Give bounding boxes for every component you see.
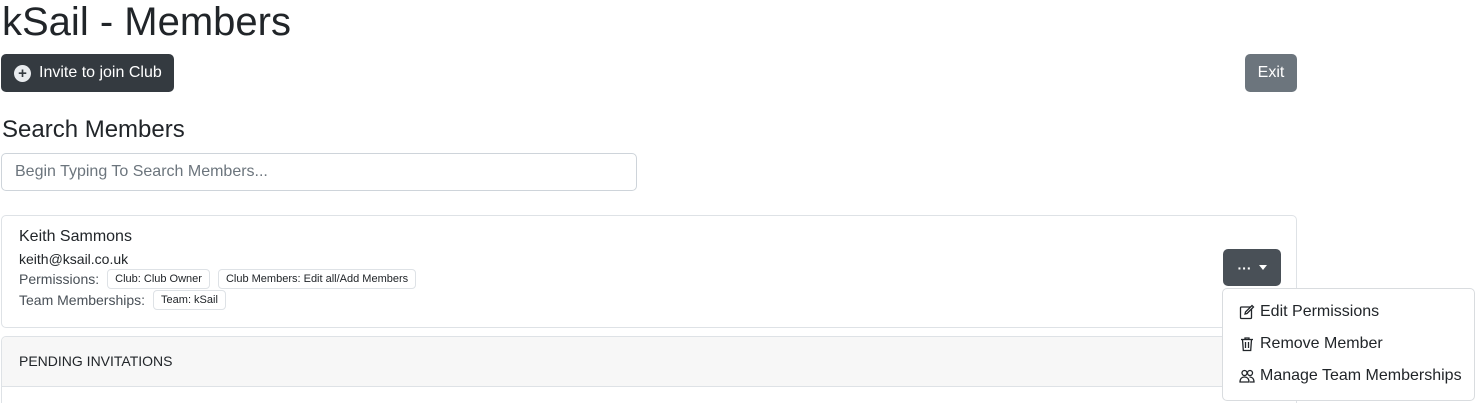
- menu-item-label: Edit Permissions: [1260, 303, 1380, 320]
- permissions-label: Permissions:: [19, 271, 100, 287]
- member-email: keith@ksail.co.uk: [19, 251, 129, 267]
- pencil-square-icon: [1239, 304, 1255, 320]
- menu-item-manage-team-memberships[interactable]: Manage Team Memberships: [1223, 360, 1474, 392]
- member-actions-menu: Edit Permissions Remove Member Manage Te…: [1222, 288, 1475, 401]
- menu-item-label: Manage Team Memberships: [1260, 367, 1462, 384]
- exit-button[interactable]: Exit: [1245, 54, 1297, 92]
- people-icon: [1239, 368, 1255, 384]
- search-members-input[interactable]: [1, 153, 637, 191]
- team-memberships-row: Team Memberships: Team: kSail: [19, 290, 234, 310]
- member-actions-dropdown-button[interactable]: ···: [1223, 249, 1281, 286]
- menu-item-label: Remove Member: [1260, 335, 1383, 352]
- member-name: Keith Sammons: [19, 228, 132, 245]
- invite-to-club-button[interactable]: + Invite to join Club: [1, 54, 174, 92]
- caret-down-icon: [1258, 265, 1267, 270]
- permission-badge: Club: Club Owner: [107, 269, 210, 289]
- invite-button-label: Invite to join Club: [39, 64, 162, 81]
- pending-invitations-header: PENDING INVITATIONS: [2, 337, 1296, 387]
- members-page: kSail - Members + Invite to join Club Ex…: [0, 0, 1478, 403]
- menu-item-edit-permissions[interactable]: Edit Permissions: [1223, 296, 1474, 328]
- member-card: Keith Sammons keith@ksail.co.uk Permissi…: [1, 215, 1297, 328]
- permission-badge: Club Members: Edit all/Add Members: [217, 269, 417, 289]
- plus-circle-icon: +: [14, 64, 31, 82]
- pending-invitations-card: PENDING INVITATIONS: [1, 336, 1297, 403]
- ellipsis-icon: ···: [1237, 259, 1252, 276]
- trash-icon: [1239, 336, 1255, 352]
- menu-item-remove-member[interactable]: Remove Member: [1223, 328, 1474, 360]
- permissions-row: Permissions: Club: Club Owner Club Membe…: [19, 269, 424, 289]
- team-badge: Team: kSail: [153, 290, 226, 310]
- page-title: kSail - Members: [2, 0, 291, 44]
- team-memberships-label: Team Memberships:: [19, 292, 146, 308]
- search-members-heading: Search Members: [2, 116, 185, 143]
